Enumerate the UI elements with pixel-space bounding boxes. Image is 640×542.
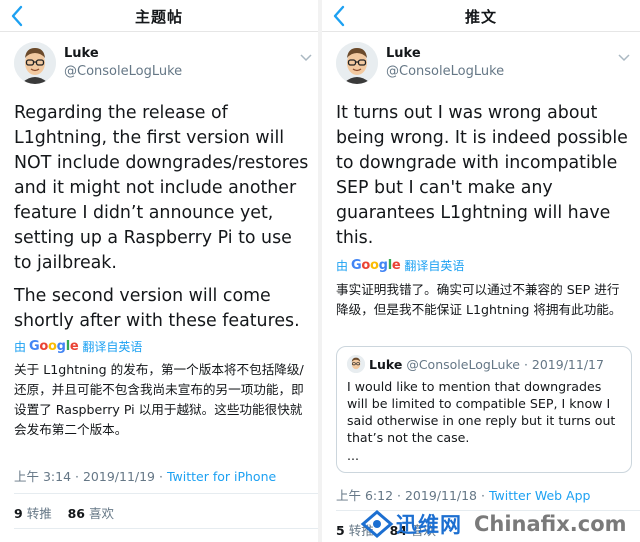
- tweet-stats: 9 转推 86 喜欢: [14, 503, 114, 522]
- left-nav-bar: 主题帖: [0, 0, 318, 32]
- quoted-tweet[interactable]: Luke @ConsoleLogLuke · 2019/11/17 I woul…: [336, 346, 632, 473]
- memoji-avatar-icon: [347, 355, 365, 373]
- like-label[interactable]: 喜欢: [89, 506, 114, 521]
- avatar[interactable]: [14, 42, 56, 84]
- translate-label: 翻译自英语: [404, 259, 465, 273]
- tweet-author[interactable]: Luke @ConsoleLogLuke: [14, 42, 318, 86]
- tweet-paragraph: Regarding the release of L1ghtning, the …: [14, 103, 309, 273]
- tweet-author[interactable]: Luke @ConsoleLogLuke: [336, 42, 640, 86]
- chevron-down-icon[interactable]: [300, 48, 312, 62]
- memoji-avatar-icon: [336, 42, 378, 84]
- translate-label: 翻译自英语: [82, 340, 143, 354]
- tweet-source-link[interactable]: Twitter Web App: [489, 488, 591, 503]
- right-nav-bar: 推文: [322, 0, 640, 32]
- chevron-down-icon[interactable]: [618, 48, 630, 62]
- author-name[interactable]: Luke: [386, 46, 421, 61]
- tweet-text-en: Regarding the release of L1ghtning, the …: [14, 101, 314, 334]
- author-handle[interactable]: @ConsoleLogLuke: [64, 64, 182, 79]
- translate-by-label: 由: [14, 340, 27, 354]
- author-handle[interactable]: @ConsoleLogLuke: [386, 64, 504, 79]
- translate-by-google[interactable]: 由 Google 翻译自英语: [14, 338, 142, 355]
- google-logo: Google: [29, 339, 79, 354]
- like-count[interactable]: 86: [68, 506, 85, 521]
- watermark-cn: 迅维网: [396, 513, 462, 537]
- quoted-tweet-header: Luke @ConsoleLogLuke · 2019/11/17: [347, 355, 621, 373]
- right-tweet-panel: 推文 Luke @ConsoleLogLuke It turns out I w…: [322, 0, 640, 542]
- tweet-source-link[interactable]: Twitter for iPhone: [167, 469, 276, 484]
- tweet-text-translated: 事实证明我错了。确实可以通过不兼容的 SEP 进行降级，但是我不能保证 L1gh…: [336, 282, 622, 317]
- tweet-time[interactable]: 上午 3:14 · 2019/11/19 ·: [14, 469, 163, 484]
- retweet-count[interactable]: 5: [336, 523, 345, 538]
- retweet-count[interactable]: 9: [14, 506, 23, 521]
- page-title: 推文: [464, 8, 497, 26]
- memoji-avatar-icon: [14, 42, 56, 84]
- quoted-tweet-text: I would like to mention that downgrades …: [347, 379, 616, 445]
- tweet-metadata: 上午 3:14 · 2019/11/19 · Twitter for iPhon…: [14, 466, 276, 485]
- chinafix-logo-icon: [360, 510, 394, 538]
- watermark-en: Chinafix.com: [474, 512, 627, 536]
- left-tweet-panel: 主题帖 Luke @ConsoleLogLuke Regarding the r…: [0, 0, 318, 542]
- divider: [14, 528, 318, 529]
- tweet-text-translated: 关于 L1ghtning 的发布，第一个版本将不包括降级/还原，并且可能不包含我…: [14, 362, 304, 437]
- retweet-label[interactable]: 转推: [27, 506, 52, 521]
- google-logo: Google: [351, 258, 401, 273]
- tweet-time[interactable]: 上午 6:12 · 2019/11/18 ·: [336, 488, 485, 503]
- tweet-paragraph: The second version will come shortly aft…: [14, 286, 300, 331]
- tweet-metadata: 上午 6:12 · 2019/11/18 · Twitter Web App: [336, 485, 590, 504]
- avatar[interactable]: [336, 42, 378, 84]
- tweet-text-en: It turns out I was wrong about being wro…: [336, 103, 628, 248]
- site-watermark: 迅维网 Chinafix.com: [360, 506, 640, 542]
- translate-by-google[interactable]: 由 Google 翻译自英语: [336, 257, 464, 274]
- divider: [14, 493, 318, 494]
- translate-by-label: 由: [336, 259, 349, 273]
- quoted-tweet-ellipsis: ...: [347, 448, 360, 463]
- quoted-author-handle: @ConsoleLogLuke: [406, 356, 520, 372]
- avatar: [347, 355, 365, 373]
- quoted-tweet-date: · 2019/11/17: [523, 356, 604, 372]
- author-name[interactable]: Luke: [64, 46, 99, 61]
- page-title: 主题帖: [134, 8, 183, 26]
- quoted-author-name: Luke: [369, 356, 403, 372]
